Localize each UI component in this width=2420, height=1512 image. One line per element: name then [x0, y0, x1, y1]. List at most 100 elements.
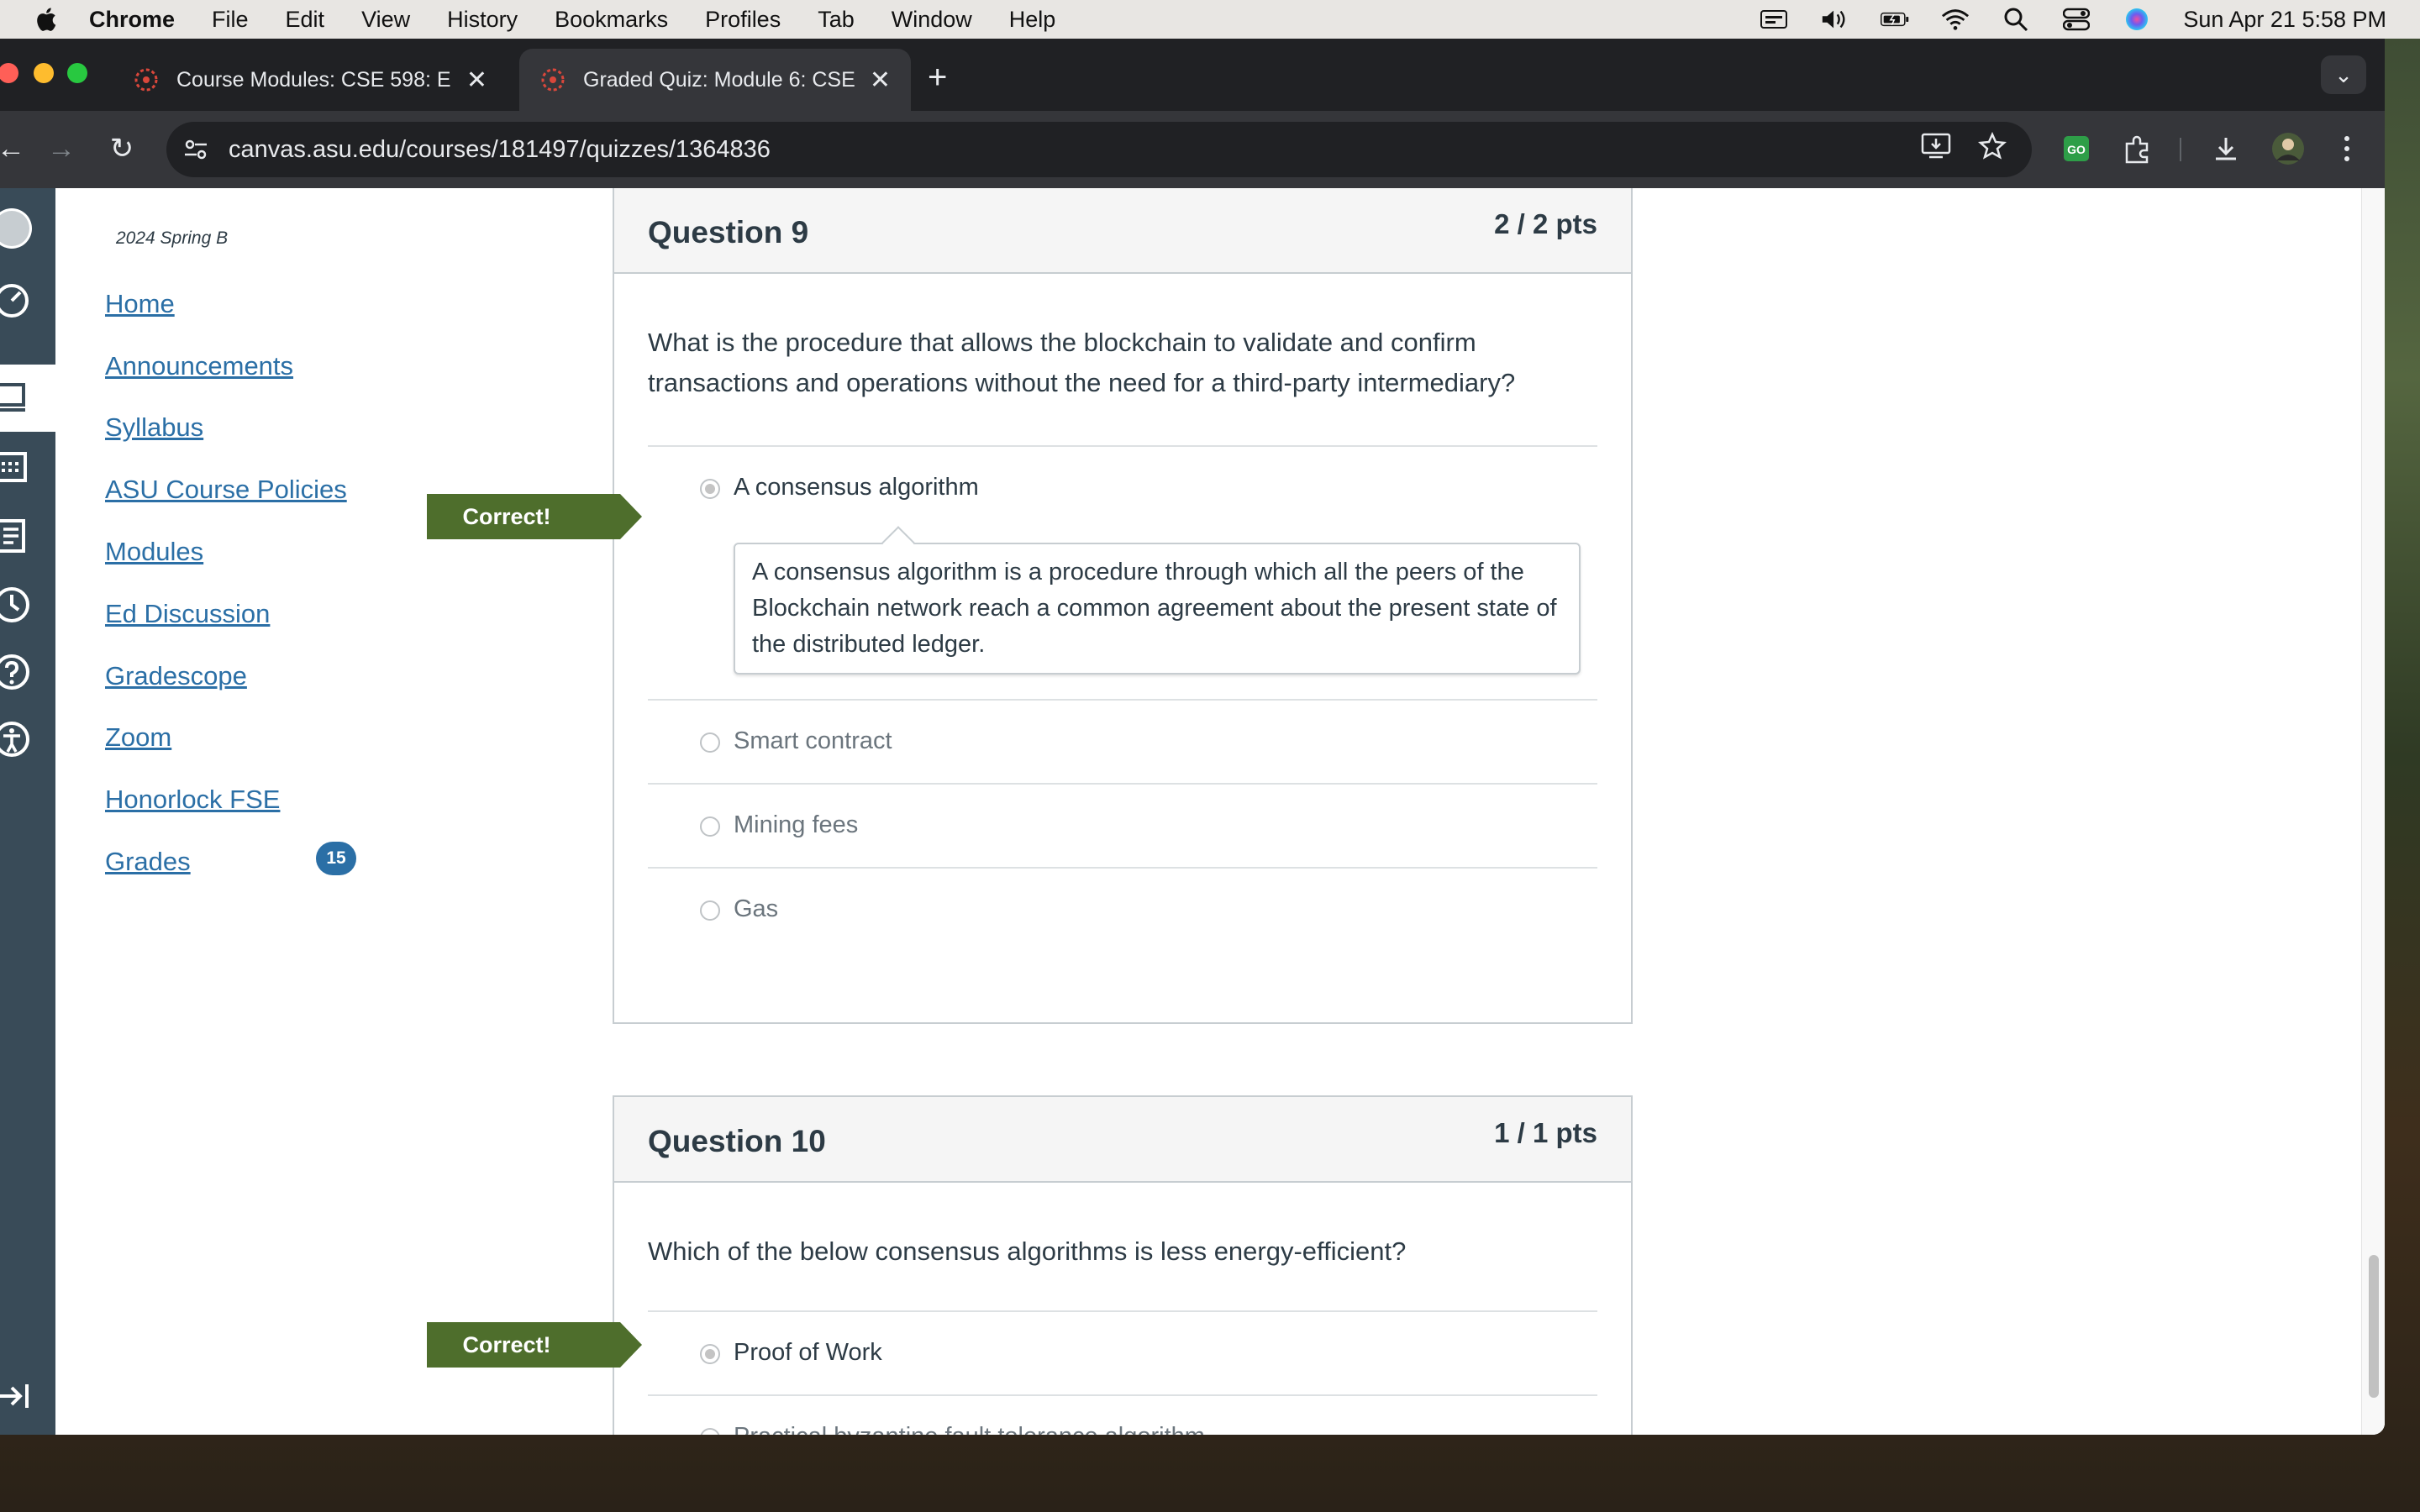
- wifi-icon[interactable]: [1941, 8, 1970, 31]
- input-source-icon[interactable]: [1760, 8, 1788, 31]
- question-header: Question 9 2 / 2 pts: [614, 188, 1631, 274]
- dashboard-icon[interactable]: [0, 276, 35, 323]
- term-label: 2024 Spring B: [116, 228, 229, 248]
- question-text: Which of the below consensus algorithms …: [648, 1236, 1407, 1266]
- answer-label: Mining fees: [734, 811, 859, 838]
- question-9: Question 9 2 / 2 pts What is the procedu…: [613, 188, 1633, 1024]
- minimize-window-button[interactable]: [34, 63, 54, 83]
- nav-link-zoom[interactable]: Zoom: [105, 722, 171, 753]
- menu-view[interactable]: View: [361, 7, 410, 33]
- answer-radio[interactable]: [700, 1428, 720, 1435]
- calendar-icon[interactable]: [0, 444, 35, 491]
- question-title: Question 9: [648, 215, 809, 249]
- zoom-window-button[interactable]: [67, 63, 87, 83]
- tab-title: Graded Quiz: Module 6: CSE: [583, 67, 855, 92]
- answer-option-correct: A consensus algorithm A consensus algori…: [648, 445, 1597, 699]
- nav-link-syllabus[interactable]: Syllabus: [105, 412, 203, 443]
- url-text[interactable]: canvas.asu.edu/courses/181497/quizzes/13…: [229, 136, 771, 164]
- nav-link-grades[interactable]: Grades: [105, 847, 191, 877]
- nav-link-honorlock-fse[interactable]: Honorlock FSE: [105, 785, 280, 815]
- menu-app-name[interactable]: Chrome: [89, 7, 175, 33]
- forward-arrow-icon[interactable]: →: [42, 129, 81, 168]
- nav-link-announcements[interactable]: Announcements: [105, 351, 293, 381]
- help-icon[interactable]: [0, 648, 35, 696]
- accessibility-icon[interactable]: [0, 716, 35, 763]
- inbox-icon[interactable]: [0, 512, 35, 559]
- answer-label: A consensus algorithm: [734, 474, 979, 501]
- answer-option: Practical byzantine fault tolerance algo…: [648, 1394, 1597, 1435]
- menu-tab[interactable]: Tab: [818, 7, 855, 33]
- page-viewport: 2024 Spring B Home Announcements Syllabu…: [0, 188, 2385, 1435]
- close-window-button[interactable]: [0, 63, 18, 83]
- tab-close-icon[interactable]: ✕: [870, 66, 891, 95]
- collapse-nav-icon[interactable]: [0, 1373, 35, 1420]
- menu-help[interactable]: Help: [1009, 7, 1056, 33]
- control-center-icon[interactable]: [2062, 8, 2091, 31]
- svg-text:GO: GO: [2067, 143, 2086, 156]
- extension-badge-icon[interactable]: GO: [2057, 129, 2096, 168]
- answer-radio[interactable]: [700, 1344, 720, 1364]
- macos-menu-bar: Chrome File Edit View History Bookmarks …: [0, 0, 2420, 39]
- grades-count-badge: 15: [316, 842, 356, 875]
- menu-history[interactable]: History: [447, 7, 518, 33]
- answer-option-correct: Proof of Work: [648, 1310, 1597, 1394]
- nav-link-ed-discussion[interactable]: Ed Discussion: [105, 599, 270, 629]
- canvas-global-nav: [0, 188, 55, 1435]
- extensions-puzzle-icon[interactable]: [2118, 129, 2156, 168]
- siri-icon[interactable]: [2123, 8, 2151, 31]
- question-points: 2 / 2 pts: [1494, 208, 1597, 239]
- nav-link-home[interactable]: Home: [105, 289, 175, 319]
- tab-graded-quiz[interactable]: Graded Quiz: Module 6: CSE ✕: [519, 49, 911, 111]
- correct-answer-flag: Correct!: [427, 1322, 642, 1368]
- course-navigation: 2024 Spring B Home Announcements Syllabu…: [55, 188, 408, 1435]
- history-clock-icon[interactable]: [0, 581, 35, 628]
- address-bar[interactable]: canvas.asu.edu/courses/181497/quizzes/13…: [166, 122, 2032, 177]
- nav-link-asu-course-policies[interactable]: ASU Course Policies: [105, 475, 347, 505]
- menu-edit[interactable]: Edit: [286, 7, 325, 33]
- menu-window[interactable]: Window: [892, 7, 972, 33]
- battery-icon[interactable]: [1881, 8, 1909, 31]
- volume-icon[interactable]: [1820, 8, 1849, 31]
- reload-icon[interactable]: ↻: [103, 129, 141, 168]
- answer-label: Smart contract: [734, 727, 892, 754]
- site-settings-icon[interactable]: [182, 135, 210, 164]
- comment-pointer: [881, 526, 915, 559]
- answer-radio[interactable]: [700, 732, 720, 753]
- toolbar-divider: [2180, 138, 2181, 161]
- courses-icon[interactable]: [0, 375, 35, 422]
- question-points: 1 / 1 pts: [1494, 1117, 1597, 1148]
- new-tab-plus-icon[interactable]: +: [928, 59, 947, 97]
- menu-bookmarks[interactable]: Bookmarks: [555, 7, 668, 33]
- browser-toolbar: ← → ↻ canvas.asu.edu/courses/181497/quiz…: [0, 111, 2385, 188]
- menubar-clock[interactable]: Sun Apr 21 5:58 PM: [2183, 7, 2386, 33]
- tab-close-icon[interactable]: ✕: [466, 66, 487, 95]
- account-icon[interactable]: [0, 205, 35, 252]
- menu-file[interactable]: File: [212, 7, 249, 33]
- downloads-icon[interactable]: [2207, 129, 2245, 168]
- answer-option: Mining fees: [648, 783, 1597, 867]
- tab-course-modules[interactable]: Course Modules: CSE 598: E ✕: [113, 49, 508, 111]
- question-header: Question 10 1 / 1 pts: [614, 1097, 1631, 1183]
- page-scrollbar[interactable]: [2361, 188, 2385, 1435]
- answer-comment-text: A consensus algorithm is a procedure thr…: [752, 559, 1557, 658]
- answer-radio[interactable]: [700, 816, 720, 837]
- chrome-menu-icon[interactable]: [2328, 129, 2366, 168]
- apple-logo-icon[interactable]: [34, 6, 57, 33]
- answer-label: Practical byzantine fault tolerance algo…: [734, 1423, 1205, 1435]
- menu-profiles[interactable]: Profiles: [705, 7, 781, 33]
- bookmark-star-icon[interactable]: [1978, 131, 2007, 167]
- answer-option: Smart contract: [648, 699, 1597, 783]
- back-arrow-icon[interactable]: ←: [0, 129, 30, 168]
- install-app-icon[interactable]: [1921, 133, 1951, 166]
- answer-radio[interactable]: [700, 900, 720, 921]
- answer-radio[interactable]: [700, 479, 720, 499]
- correct-answer-flag: Correct!: [427, 494, 642, 539]
- scrollbar-thumb[interactable]: [2369, 1255, 2379, 1398]
- tab-search-chevron-icon[interactable]: ⌄: [2321, 55, 2366, 94]
- question-text: What is the procedure that allows the bl…: [648, 328, 1516, 397]
- nav-link-gradescope[interactable]: Gradescope: [105, 661, 247, 691]
- nav-link-modules[interactable]: Modules: [105, 537, 203, 567]
- spotlight-search-icon[interactable]: [2002, 8, 2030, 32]
- profile-avatar[interactable]: [2269, 129, 2307, 168]
- canvas-favicon-icon: [541, 68, 565, 92]
